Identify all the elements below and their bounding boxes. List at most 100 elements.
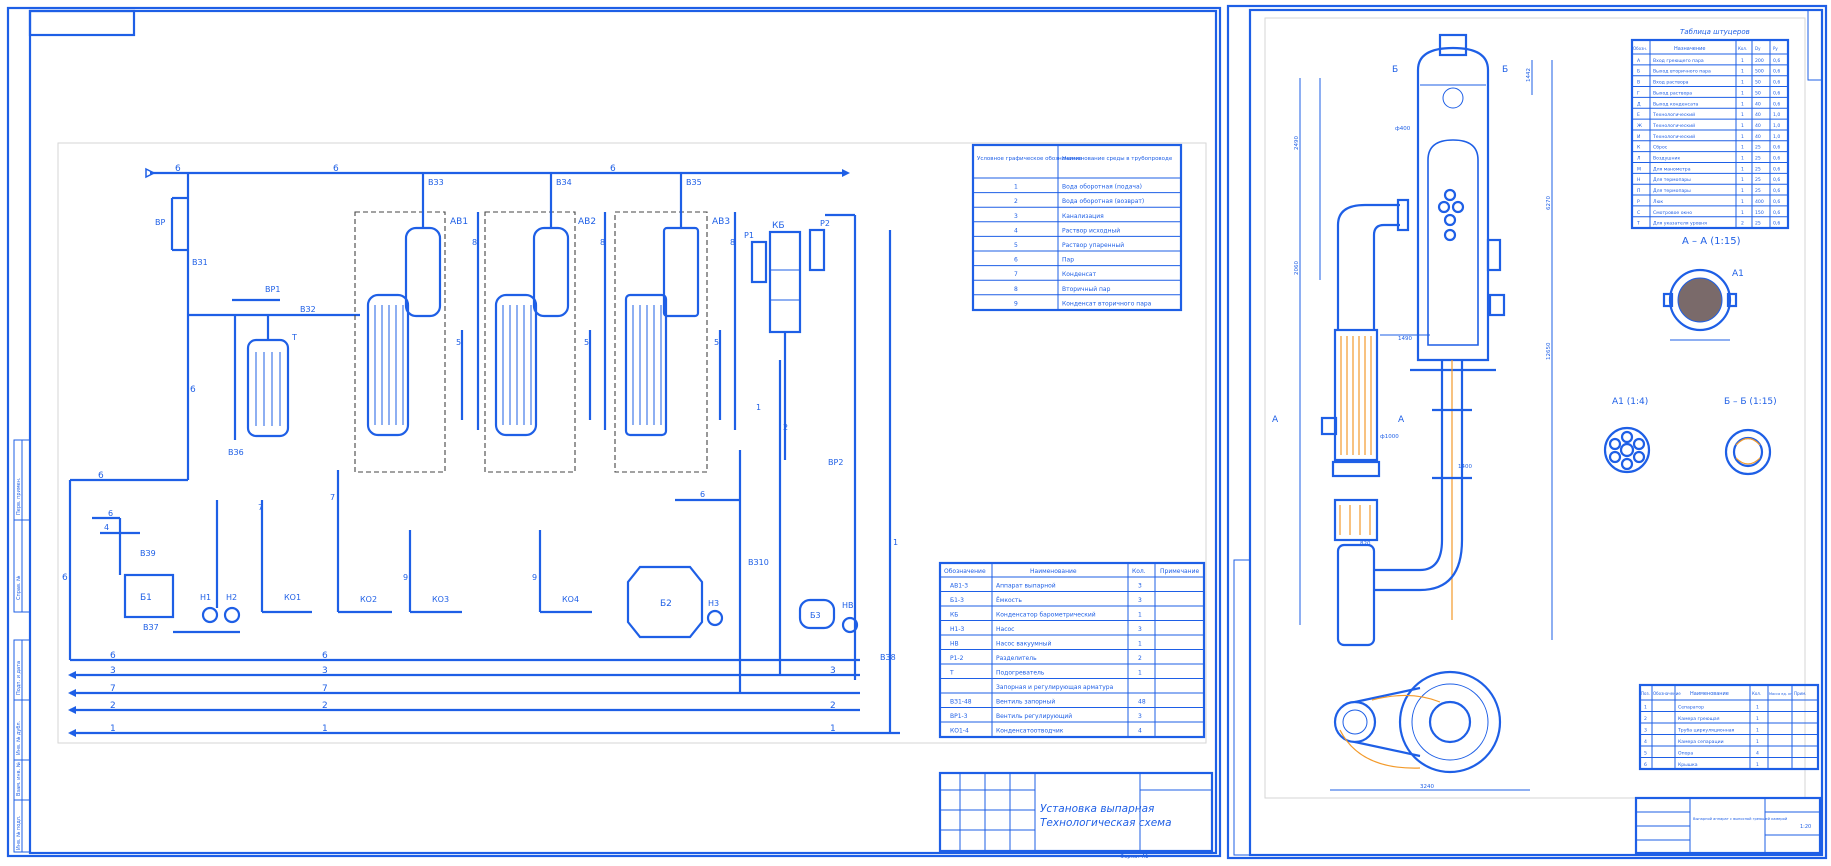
label-line7-c: 7	[110, 684, 116, 694]
nozzle-mark: С	[1637, 210, 1640, 216]
nozzle-mark: П	[1637, 188, 1640, 194]
label-line3-c: 3	[830, 666, 836, 676]
nozzle-pn: 0,6	[1773, 90, 1780, 96]
nozzle-pn: 1,0	[1773, 134, 1780, 140]
equipment-name: Запорная и регулирующая арматура	[996, 684, 1114, 691]
section-aa-a1: А1	[1732, 269, 1744, 279]
label-ko2: КО2	[360, 595, 377, 604]
section-mark-a-left: А	[1272, 415, 1279, 425]
sheet-2: А А Б Б 1442 2490 6270 12650 2060 3240 1…	[1226, 4, 1828, 860]
pipe-legend-name: Конденсат вторичного пара	[1062, 300, 1152, 307]
nozzle-dn: 25	[1755, 156, 1761, 162]
label-kb: КБ	[772, 221, 785, 231]
plan-view	[1333, 670, 1502, 774]
preheater-t: Т	[246, 333, 297, 438]
label-vr1: ВР1	[265, 285, 280, 294]
nozzle-mark: Т	[1636, 221, 1640, 227]
nozzle-dn: 50	[1755, 90, 1761, 96]
label-vz2: ВЗ2	[300, 305, 316, 314]
equipment-mark: КБ	[950, 612, 958, 619]
dim-1400: 1400	[1458, 464, 1472, 470]
label-line2-d: 2	[783, 423, 788, 432]
pipe-legend-header-2: Наименование среды в трубопроводе	[1062, 156, 1173, 162]
label-vz7: ВЗ7	[143, 623, 159, 632]
label-line2-c: 2	[830, 701, 836, 711]
spec-pos: 1	[1644, 705, 1647, 711]
equipment-name: Вентиль регулирующий	[996, 713, 1072, 720]
side-label-2: Справ. №	[16, 575, 22, 600]
nozzle-qty: 1	[1741, 101, 1744, 107]
label-line2-a: 2	[110, 701, 116, 711]
nozzle-pn: 1,0	[1773, 112, 1780, 118]
nozzle-qty: 1	[1741, 166, 1744, 172]
label-ko1: КО1	[284, 593, 301, 602]
equipment-mark: Р1-2	[950, 655, 964, 662]
nozzle-mark: Ж	[1637, 123, 1642, 129]
pipe-legend-code: 4	[1014, 227, 1018, 234]
sheet-2-drawing-area	[1264, 17, 1806, 799]
nozzle-qty: 1	[1741, 199, 1744, 205]
label-line5-a: 5	[456, 338, 461, 347]
spec-qty: 1	[1756, 762, 1759, 768]
dim-6270: 6270	[1546, 196, 1552, 210]
nozzle-dn: 25	[1755, 221, 1761, 227]
nozzle-mark: Д	[1637, 101, 1641, 107]
nozzle-name: Для термопары	[1653, 177, 1691, 183]
spec-pos: 2	[1644, 716, 1647, 722]
pump-n1	[201, 606, 219, 624]
label-line3-a: 3	[110, 666, 116, 676]
equipment-qty: 2	[1138, 655, 1142, 662]
nozzle-name: Вход раствора	[1653, 80, 1689, 86]
label-line1-a: 1	[110, 724, 116, 734]
label-av2: АВ2	[578, 217, 596, 227]
pipe-legend-name: Вторичный пар	[1062, 286, 1111, 293]
pipe-legend-name: Конденсат	[1062, 271, 1097, 278]
equipment-header-qty: Кол.	[1132, 568, 1146, 575]
label-line6-a: 6	[175, 164, 181, 174]
nozzle-pn: 0,6	[1773, 199, 1780, 205]
nozzle-dn: 150	[1755, 210, 1764, 216]
label-line8-c: 8	[730, 238, 735, 247]
nozzle-mark: Е	[1637, 112, 1640, 118]
sheet-2-title-block: Выпарной аппарат с выносной греющей каме…	[1634, 796, 1822, 855]
spec-name: Сепаратор	[1678, 705, 1704, 711]
equipment-mark: НВ	[950, 641, 959, 648]
nozzle-pn: 0,6	[1773, 188, 1780, 194]
equipment-table: Обозначение Наименование Кол. Примечание…	[938, 561, 1206, 739]
side-label-4: Инв. № дубл.	[16, 720, 22, 755]
label-vr2: ВР2	[828, 458, 843, 467]
nozzle-pn: 0,6	[1773, 177, 1780, 183]
nozzle-dn: 40	[1755, 112, 1761, 118]
spec-pos: 6	[1644, 762, 1647, 768]
equipment-name: Конденсатор барометрический	[996, 612, 1096, 619]
nozzle-pn: 1,0	[1773, 123, 1780, 129]
evaporator-av1: АВ1	[354, 211, 468, 473]
nozzle-dn: 400	[1755, 199, 1764, 205]
bottom-headers: 6 3 7 2 1 6 3 7 2 1 3 2 1	[68, 651, 900, 737]
nozzle-qty: 2	[1741, 221, 1744, 227]
label-line5-b: 5	[584, 338, 589, 347]
sheet-1-title-line2: Технологическая схема	[1040, 817, 1172, 829]
nozzle-name: Технологический	[1652, 111, 1695, 118]
label-n3: Н3	[708, 599, 719, 608]
label-line3-b: 3	[322, 666, 328, 676]
label-line2-b: 2	[322, 701, 328, 711]
pipe-legend-code: 7	[1014, 271, 1018, 278]
nozzle-qty: 1	[1741, 58, 1744, 64]
pipe-legend-name: Пар	[1062, 257, 1074, 264]
nozzle-header-name: Назначение	[1674, 46, 1705, 52]
nozzle-name: Вход греющего пара	[1653, 58, 1704, 64]
spec-name: Камера греющая	[1678, 716, 1720, 722]
pipe-legend-name: Вода оборотная (подача)	[1062, 184, 1142, 191]
label-line5-c: 5	[714, 338, 719, 347]
dim-1490: 1490	[1398, 336, 1412, 342]
tank-b3: Б3	[798, 598, 836, 630]
nozzle-header-pn: Ру	[1773, 46, 1778, 51]
label-vz6: ВЗ6	[228, 448, 244, 457]
nozzle-mark: А	[1637, 58, 1641, 64]
nozzle-mark: Н	[1637, 177, 1640, 183]
view-a1: А1 (1:4)	[1603, 397, 1651, 474]
side-label-7: Инв. № подл.	[16, 815, 22, 850]
side-block: Перв. примен. Справ. № Подп. и дата Инв.…	[13, 439, 31, 853]
label-vz8: ВЗ8	[880, 653, 896, 662]
